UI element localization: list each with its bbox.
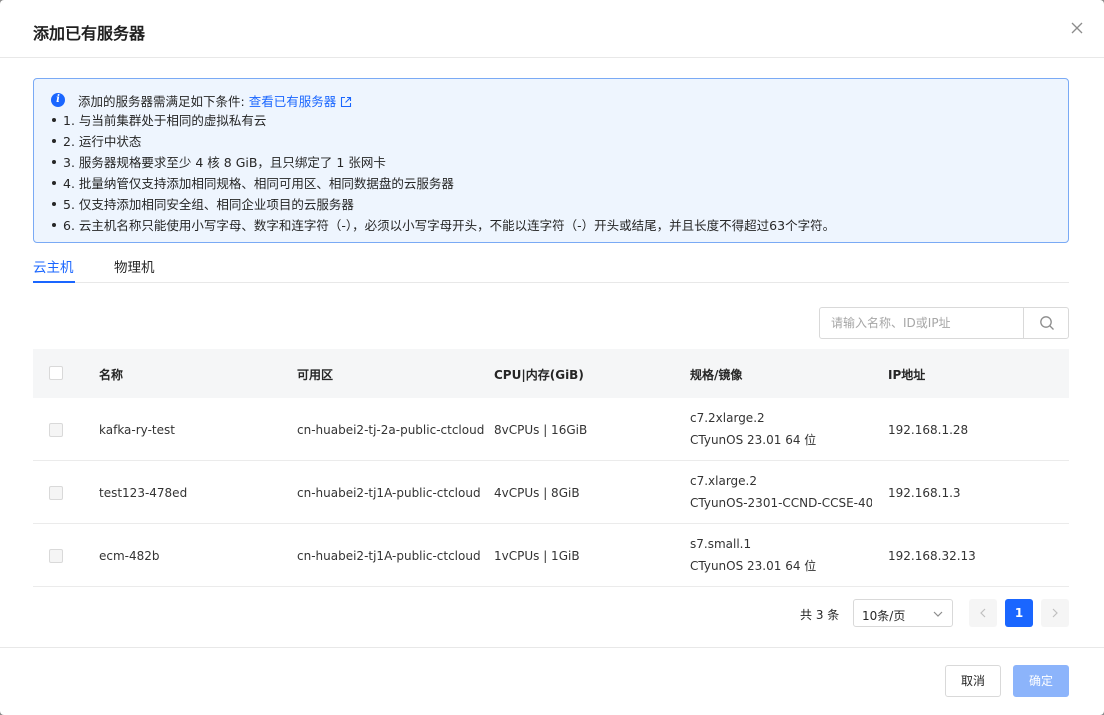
search-box bbox=[819, 307, 1069, 339]
server-image: CTyunOS 23.01 64 位 bbox=[690, 433, 817, 447]
server-table: 名称 可用区 CPU|内存(GiB) 规格/镜像 IP地址 kafka-ry-t… bbox=[33, 349, 1069, 587]
requirement-item: 2. 运行中状态 bbox=[52, 131, 835, 152]
search-icon bbox=[1040, 316, 1054, 330]
dialog-footer: 取消 确定 bbox=[0, 647, 1104, 715]
search-input[interactable] bbox=[820, 308, 1023, 338]
requirement-text: 2. 运行中状态 bbox=[63, 134, 142, 149]
requirement-item: 4. 批量纳管仅支持添加相同规格、相同可用区、相同数据盘的云服务器 bbox=[52, 173, 835, 194]
header-ip: IP地址 bbox=[888, 368, 926, 382]
header-zone: 可用区 bbox=[297, 368, 334, 382]
close-button[interactable] bbox=[1068, 19, 1086, 37]
requirements-list: 1. 与当前集群处于相同的虚拟私有云 2. 运行中状态 3. 服务器规格要求至少… bbox=[52, 110, 835, 236]
search-button[interactable] bbox=[1023, 308, 1068, 338]
next-page-button[interactable] bbox=[1041, 599, 1069, 627]
requirement-item: 1. 与当前集群处于相同的虚拟私有云 bbox=[52, 110, 835, 131]
close-icon bbox=[1071, 22, 1083, 34]
bullet-icon bbox=[52, 223, 56, 227]
requirement-item: 3. 服务器规格要求至少 4 核 8 GiB，且只绑定了 1 张网卡 bbox=[52, 152, 835, 173]
select-all-checkbox[interactable] bbox=[49, 366, 63, 380]
server-zone: cn-huabei2-tj1A-public-ctcloud bbox=[297, 486, 481, 500]
server-zone: cn-huabei2-tj-2a-public-ctcloud bbox=[297, 423, 485, 437]
server-spec: s7.small.1 bbox=[690, 537, 752, 551]
page-1-button[interactable]: 1 bbox=[1005, 599, 1033, 627]
server-spec-image: c7.xlarge.2 CTyunOS-2301-CCND-CCSE-40-09 bbox=[690, 470, 872, 514]
row-checkbox[interactable] bbox=[49, 486, 63, 500]
page-size-value: 10条/页 bbox=[862, 609, 906, 623]
server-zone: cn-huabei2-tj1A-public-ctcloud bbox=[297, 549, 481, 563]
dialog-title: 添加已有服务器 bbox=[33, 24, 146, 43]
server-ip: 192.168.1.3 bbox=[888, 486, 961, 500]
add-server-dialog: 添加已有服务器 i 添加的服务器需满足如下条件: 查看已有服务器 1. 与当前集… bbox=[0, 0, 1104, 715]
table-row[interactable]: kafka-ry-test cn-huabei2-tj-2a-public-ct… bbox=[33, 398, 1069, 461]
pagination: 共 3 条 10条/页 1 bbox=[0, 599, 1104, 627]
tab-cloud-host[interactable]: 云主机 bbox=[33, 256, 74, 276]
header-spec-image: 规格/镜像 bbox=[690, 368, 743, 382]
server-cpu-memory: 1vCPUs | 1GiB bbox=[494, 549, 580, 563]
server-cpu-memory: 4vCPUs | 8GiB bbox=[494, 486, 580, 500]
total-count: 共 3 条 bbox=[800, 608, 840, 622]
server-spec: c7.2xlarge.2 bbox=[690, 411, 765, 425]
requirement-text: 4. 批量纳管仅支持添加相同规格、相同可用区、相同数据盘的云服务器 bbox=[63, 176, 454, 191]
bullet-icon bbox=[52, 202, 56, 206]
notice-intro: 添加的服务器需满足如下条件: 查看已有服务器 bbox=[78, 91, 352, 110]
server-spec: c7.xlarge.2 bbox=[690, 474, 758, 488]
header-cpu-memory: CPU|内存(GiB) bbox=[494, 368, 584, 382]
prev-page-button[interactable] bbox=[969, 599, 997, 627]
server-image: CTyunOS 23.01 64 位 bbox=[690, 559, 817, 573]
server-ip: 192.168.32.13 bbox=[888, 549, 976, 563]
row-checkbox[interactable] bbox=[49, 423, 63, 437]
header-name: 名称 bbox=[99, 368, 124, 382]
cancel-button[interactable]: 取消 bbox=[945, 665, 1001, 697]
table-row[interactable]: ecm-482b cn-huabei2-tj1A-public-ctcloud … bbox=[33, 524, 1069, 587]
chevron-left-icon bbox=[980, 608, 986, 618]
requirement-text: 3. 服务器规格要求至少 4 核 8 GiB，且只绑定了 1 张网卡 bbox=[63, 155, 386, 170]
table-row[interactable]: test123-478ed cn-huabei2-tj1A-public-ctc… bbox=[33, 461, 1069, 524]
dialog-header: 添加已有服务器 bbox=[0, 0, 1104, 58]
requirement-text: 1. 与当前集群处于相同的虚拟私有云 bbox=[63, 113, 267, 128]
external-link-icon[interactable] bbox=[340, 96, 352, 108]
tab-physical-machine[interactable]: 物理机 bbox=[114, 256, 155, 276]
page-size-select[interactable]: 10条/页 bbox=[853, 599, 953, 627]
bullet-icon bbox=[52, 181, 56, 185]
active-tab-indicator bbox=[33, 281, 75, 283]
server-spec-image: c7.2xlarge.2 CTyunOS 23.01 64 位 bbox=[690, 407, 872, 451]
bullet-icon bbox=[52, 139, 56, 143]
notice-intro-text: 添加的服务器需满足如下条件: bbox=[78, 94, 249, 109]
server-type-tabs: 云主机 物理机 bbox=[33, 252, 1069, 283]
table-header: 名称 可用区 CPU|内存(GiB) 规格/镜像 IP地址 bbox=[33, 349, 1069, 398]
server-image: CTyunOS-2301-CCND-CCSE-40-09 bbox=[690, 496, 872, 510]
info-icon: i bbox=[51, 93, 65, 107]
server-name: test123-478ed bbox=[99, 486, 188, 500]
server-cpu-memory: 8vCPUs | 16GiB bbox=[494, 423, 588, 437]
requirement-text: 5. 仅支持添加相同安全组、相同企业项目的云服务器 bbox=[63, 197, 354, 212]
server-ip: 192.168.1.28 bbox=[888, 423, 969, 437]
requirement-text: 6. 云主机名称只能使用小写字母、数字和连字符（-），必须以小写字母开头，不能以… bbox=[63, 218, 836, 233]
chevron-down-icon bbox=[933, 611, 943, 617]
server-name: kafka-ry-test bbox=[99, 423, 175, 437]
bullet-icon bbox=[52, 118, 56, 122]
requirement-item: 6. 云主机名称只能使用小写字母、数字和连字符（-），必须以小写字母开头，不能以… bbox=[52, 215, 835, 236]
bullet-icon bbox=[52, 160, 56, 164]
chevron-right-icon bbox=[1052, 608, 1058, 618]
requirements-notice: i 添加的服务器需满足如下条件: 查看已有服务器 1. 与当前集群处于相同的虚拟… bbox=[33, 78, 1069, 243]
server-name: ecm-482b bbox=[99, 549, 160, 563]
requirement-item: 5. 仅支持添加相同安全组、相同企业项目的云服务器 bbox=[52, 194, 835, 215]
row-checkbox[interactable] bbox=[49, 549, 63, 563]
view-existing-servers-link[interactable]: 查看已有服务器 bbox=[249, 94, 337, 109]
server-spec-image: s7.small.1 CTyunOS 23.01 64 位 bbox=[690, 533, 872, 577]
confirm-button[interactable]: 确定 bbox=[1013, 665, 1069, 697]
